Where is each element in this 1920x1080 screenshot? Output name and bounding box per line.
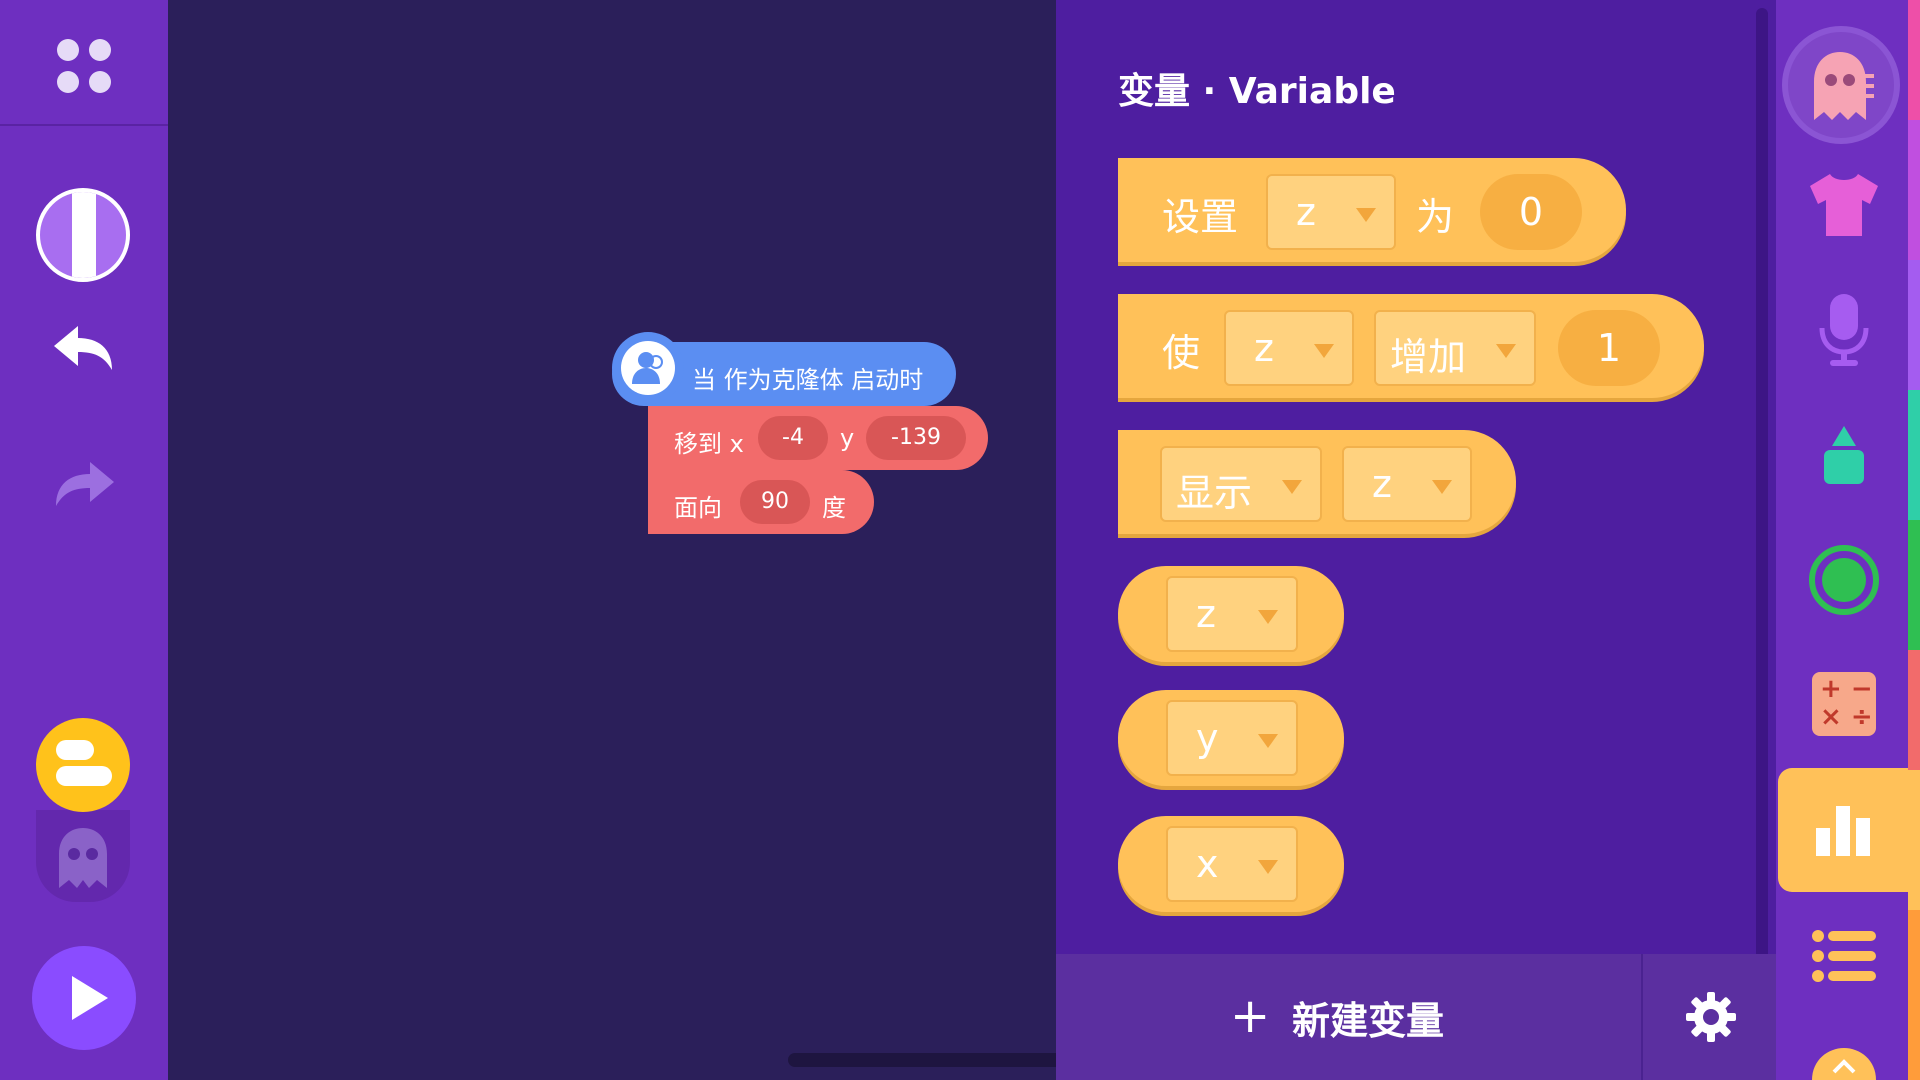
more-category-icon[interactable] (1808, 1046, 1880, 1080)
code-workspace[interactable] (168, 0, 1258, 1080)
events-icon[interactable] (1808, 544, 1880, 616)
undo-icon[interactable] (50, 322, 118, 378)
operators-icon[interactable]: + − × ÷ (1812, 672, 1876, 736)
play-button[interactable] (32, 946, 136, 1050)
category-strip-events (1908, 520, 1920, 650)
redo-icon[interactable] (50, 458, 118, 514)
chevron-down-icon (1314, 344, 1334, 358)
change-operation-name: 增加 (1390, 335, 1467, 379)
chevron-down-icon (1432, 480, 1452, 494)
apps-grid-icon[interactable] (54, 36, 114, 96)
set-to-label: 为 (1416, 195, 1455, 239)
chevron-down-icon (1282, 480, 1302, 494)
category-variables-tab[interactable] (1778, 768, 1908, 892)
shirt-icon[interactable] (1806, 172, 1882, 238)
move-to-x-label: 移到 x (674, 430, 744, 458)
plus-icon[interactable]: + (1230, 988, 1270, 1044)
reporter-x-name: x (1196, 842, 1219, 886)
chevron-down-icon (1258, 860, 1278, 874)
ghost-icon (1814, 52, 1874, 120)
bar-chart-icon (1816, 806, 1870, 856)
hat-block-avatar (612, 332, 684, 404)
show-variable-block[interactable]: 显示 z (1118, 430, 1516, 534)
category-sprite-button[interactable] (1782, 26, 1900, 144)
code-blocks-button[interactable] (36, 718, 130, 812)
face-label: 面向 (674, 494, 722, 522)
reporter-x-dropdown[interactable]: x (1166, 826, 1298, 902)
show-operation-name: 显示 (1176, 471, 1253, 515)
change-operation-dropdown[interactable]: 增加 (1374, 310, 1536, 386)
set-variable-name: z (1296, 190, 1316, 234)
category-strip-variables (1908, 770, 1920, 910)
move-to-xy-block[interactable]: 移到 x -4 y -139 (648, 406, 988, 470)
category-sidebar (1776, 0, 1920, 1080)
variable-reporter-z[interactable]: z (1118, 566, 1344, 662)
new-variable-button[interactable]: 新建变量 (1292, 990, 1532, 1046)
reporter-z-dropdown[interactable]: z (1166, 576, 1298, 652)
chevron-down-icon (1356, 208, 1376, 222)
clone-person-icon (632, 352, 663, 384)
reporter-y-name: y (1196, 716, 1219, 760)
show-variable-name: z (1372, 462, 1392, 506)
plus-minus-glyph: + − (1820, 674, 1873, 704)
category-strip-sprite (1908, 0, 1920, 120)
y-label: y (840, 424, 855, 452)
gear-icon[interactable] (1684, 990, 1738, 1044)
variable-reporter-y[interactable]: y (1118, 690, 1344, 786)
footer-divider (1641, 954, 1643, 1080)
degree-unit-label: 度 (822, 494, 846, 522)
show-variable-dropdown[interactable]: z (1342, 446, 1472, 522)
chevron-down-icon (1258, 610, 1278, 624)
palette-title: 变量 · Variable (1118, 71, 1396, 112)
y-value-input[interactable]: -139 (866, 416, 966, 460)
show-operation-dropdown[interactable]: 显示 (1160, 446, 1322, 522)
reporter-z-name: z (1196, 592, 1216, 636)
hat-block-label: 当 作为克隆体 启动时 (692, 366, 924, 394)
category-strip-sound (1908, 260, 1920, 390)
ghost-sprite-icon[interactable] (55, 826, 111, 890)
change-label: 使 (1162, 331, 1201, 375)
change-variable-block[interactable]: 使 z 增加 1 (1118, 294, 1704, 398)
stage-layout-toggle-button[interactable] (36, 188, 130, 282)
change-variable-dropdown[interactable]: z (1224, 310, 1354, 386)
left-toolbar (0, 0, 168, 1080)
set-variable-dropdown[interactable]: z (1266, 174, 1396, 250)
change-value-input[interactable]: 1 (1558, 310, 1660, 386)
change-variable-name: z (1254, 326, 1274, 370)
variable-reporter-x[interactable]: x (1118, 816, 1344, 912)
list-icon[interactable] (1812, 930, 1876, 982)
chevron-down-icon (1496, 344, 1516, 358)
times-divide-glyph: × ÷ (1820, 702, 1873, 732)
set-label: 设置 (1162, 195, 1239, 239)
chevron-down-icon (1258, 734, 1278, 748)
category-strip-pen (1908, 390, 1920, 520)
pen-icon[interactable] (1822, 424, 1866, 486)
x-value-input[interactable]: -4 (758, 416, 828, 460)
point-in-direction-block[interactable]: 面向 90 度 (648, 470, 874, 534)
category-strip-operators (1908, 650, 1920, 770)
palette-vertical-scrollbar[interactable] (1756, 8, 1768, 1020)
set-value-input[interactable]: 0 (1480, 174, 1582, 250)
category-strip-looks (1908, 120, 1920, 260)
set-variable-block[interactable]: 设置 z 为 0 (1118, 158, 1626, 262)
category-strip-lists (1908, 910, 1920, 1080)
direction-value-input[interactable]: 90 (740, 480, 810, 524)
microphone-icon[interactable] (1816, 292, 1872, 368)
reporter-y-dropdown[interactable]: y (1166, 700, 1298, 776)
